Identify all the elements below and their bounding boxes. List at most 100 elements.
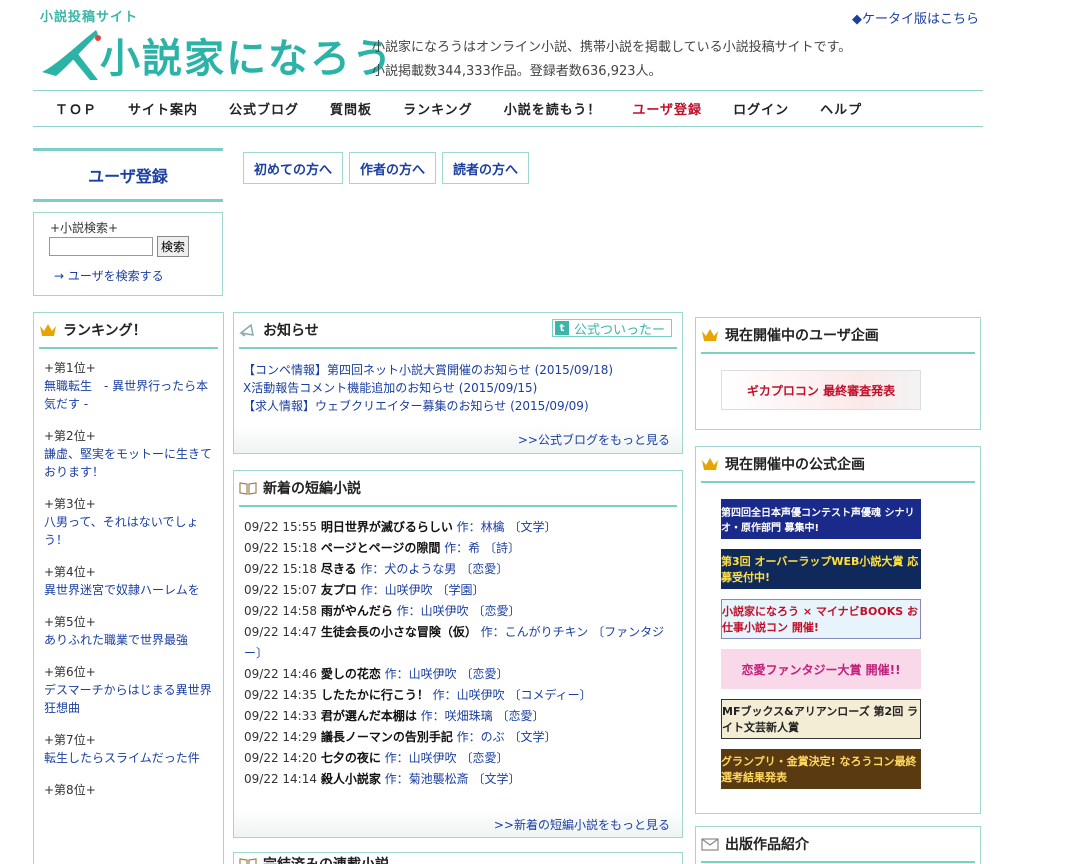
short-novel-genre[interactable]: 〔恋愛〕 [473,604,521,618]
short-novel-title[interactable]: 尽きる [321,562,357,576]
short-novel-row: 09/22 14:14 殺人小説家 作：菊池襲松斎 〔文学〕 [244,769,682,790]
ranking-link[interactable]: 謙虚、堅実をモットーに生きております！ [44,445,216,481]
short-novel-genre[interactable]: 〔文学〕 [473,772,521,786]
ranking-header: ランキング！ [39,313,218,349]
nav-site-guide[interactable]: サイト案内 [128,99,198,118]
site-logo-text[interactable]: 小説家になろう [100,26,394,84]
short-novel-title[interactable]: ページとページの隙間 [321,541,441,555]
short-novel-title[interactable]: 雨がやんだら [321,604,393,618]
short-novel-title[interactable]: したたかに行こう！ [321,688,429,702]
short-novel-title[interactable]: 七夕の夜に [321,751,381,765]
short-novel-author[interactable]: 作：犬のような男 [360,562,456,576]
news-item[interactable]: X活動報告コメント機能追加のお知らせ (2015/09/15) [243,379,682,397]
short-novel-author[interactable]: 作：こんがりチキン [481,625,589,639]
rank-position: +第2位+ [44,429,96,443]
short-novel-title[interactable]: 生徒会長の小さな冒険（仮） [321,625,477,639]
user-register-heading: ユーザ登録 [33,148,223,202]
crown-icon [702,458,718,470]
news-item[interactable]: 【コンペ情報】第四回ネット小説大賞開催のお知らせ (2015/09/18) [243,361,682,379]
short-novel-author[interactable]: 作：林檎 [457,520,505,534]
global-nav: ＴＯＰ サイト案内 公式ブログ 質問板 ランキング 小説を読もう！ ユーザ登録 … [33,90,983,127]
official-banner-mynavi[interactable]: 小説家になろう × マイナビBOOKS お仕事小説コン 開催! [721,599,921,639]
nav-ranking[interactable]: ランキング [403,99,473,118]
ranking-link[interactable]: ありふれた職業で世界最強 [44,631,216,649]
short-novel-genre[interactable]: 〔恋愛〕 [461,751,509,765]
short-novel-genre[interactable]: 〔詩〕 [484,541,520,555]
short-novel-genre[interactable]: 〔コメディー〕 [509,688,592,702]
short-novel-title[interactable]: 議長ノーマンの告別手記 [321,730,453,744]
nav-question-board[interactable]: 質問板 [330,99,372,118]
short-novel-title[interactable]: 君が選んだ本棚は [321,709,417,723]
news-panel: お知らせ t 公式ついったー 【コンペ情報】第四回ネット小説大賞開催のお知らせ … [233,312,683,454]
official-banner-overlap[interactable]: 第3回 オーバーラップWEB小説大賞 応募受付中! [721,549,921,589]
tab-beginners[interactable]: 初めての方へ [243,152,344,184]
search-button[interactable]: 検索 [157,236,189,257]
more-short-novels-link[interactable]: >>新着の短編小説をもっと見る [494,816,670,833]
official-twitter-link[interactable]: t 公式ついったー [551,319,672,338]
official-banner-romance-fantasy[interactable]: 恋愛ファンタジー大賞 開催!! [721,649,921,689]
short-novel-time: 09/22 14:35 [244,688,317,702]
guide-tabs: 初めての方へ 作者の方へ 読者の方へ [243,152,535,184]
nav-help[interactable]: ヘルプ [820,99,862,118]
short-novel-time: 09/22 14:58 [244,604,317,618]
ranking-link[interactable]: 八男って、それはないでしょう！ [44,513,216,549]
ranking-link[interactable]: 異世界迷宮で奴隷ハーレムを [44,581,216,599]
short-novel-title[interactable]: 殺人小説家 [321,772,381,786]
short-novel-genre[interactable]: 〔文学〕 [509,730,557,744]
news-item[interactable]: 【求人情報】ウェブクリエイター募集のお知らせ (2015/09/09) [243,397,682,415]
short-novel-author[interactable]: 作：希 [444,541,480,555]
book-icon [239,482,257,495]
short-novel-genre[interactable]: 〔学園〕 [437,583,485,597]
short-novels-panel: 新着の短編小説 09/22 15:55 明日世界が滅びるらしい 作：林檎 〔文学… [233,470,683,838]
short-novel-author[interactable]: 作：山咲伊吹 [385,667,457,681]
nav-login[interactable]: ログイン [733,99,789,118]
rank-position: +第6位+ [44,665,96,679]
tab-authors[interactable]: 作者の方へ [349,152,437,184]
rank-position: +第3位+ [44,497,96,511]
short-novel-row: 09/22 14:47 生徒会長の小さな冒険（仮） 作：こんがりチキン 〔ファン… [244,622,682,664]
short-novel-genre[interactable]: 〔恋愛〕 [461,667,509,681]
rank-position: +第1位+ [44,361,96,375]
completed-novels-title: 完結済みの連載小説 [263,854,389,864]
user-search-link[interactable]: → ユーザを検索する [54,267,164,284]
nav-user-register[interactable]: ユーザ登録 [632,99,702,118]
official-banner-voice-actor[interactable]: 第四回全日本声優コンテスト声優魂 シナリオ・原作部門 募集中! [721,499,921,539]
nav-official-blog[interactable]: 公式ブログ [229,99,299,118]
ranking-item: +第3位+ 八男って、それはないでしょう！ [44,495,223,549]
rank-position: +第8位+ [44,783,96,797]
short-novel-genre[interactable]: 〔恋愛〕 [497,709,545,723]
user-register-title: ユーザ登録 [88,167,168,186]
short-novel-time: 09/22 15:18 [244,541,317,555]
ranking-link[interactable]: デスマーチからはじまる異世界狂想曲 [44,681,216,717]
short-novel-author[interactable]: 作：山咲伊吹 [433,688,505,702]
short-novel-row: 09/22 15:55 明日世界が滅びるらしい 作：林檎 〔文学〕 [244,517,682,538]
official-banner-mf-books[interactable]: MFブックス&アリアンローズ 第2回 ライト文芸新人賞 [721,699,921,739]
short-novel-title[interactable]: 明日世界が滅びるらしい [321,520,453,534]
short-novel-author[interactable]: 作：咲畑珠璃 [421,709,493,723]
crown-icon [40,324,56,336]
user-event-panel: 現在開催中のユーザ企画 ギカプロコン 最終審査発表 [695,317,981,430]
mobile-version-link[interactable]: ◆ケータイ版はこちら [852,8,979,27]
user-event-banner[interactable]: ギカプロコン 最終審査発表 [721,370,921,410]
more-blog-link[interactable]: >>公式ブログをもっと見る [518,431,670,448]
short-novel-title[interactable]: 愛しの花恋 [321,667,381,681]
short-novel-author[interactable]: 作：のぶ [457,730,505,744]
search-input[interactable] [49,237,153,256]
short-novel-genre[interactable]: 〔恋愛〕 [460,562,508,576]
short-novel-author[interactable]: 作：山咲伊吹 [361,583,433,597]
ranking-link[interactable]: 無職転生 - 異世界行ったら本気だす - [44,377,216,413]
short-novel-author[interactable]: 作：山咲伊吹 [397,604,469,618]
nav-read-novels[interactable]: 小説を読もう！ [504,99,602,118]
tab-readers[interactable]: 読者の方へ [442,152,530,184]
short-novel-genre[interactable]: 〔文学〕 [509,520,557,534]
official-banner-narou-con[interactable]: グランプリ・金賞決定! なろうコン最終選考結果発表 [721,749,921,789]
short-novel-time: 09/22 15:07 [244,583,317,597]
short-novel-author[interactable]: 作：菊池襲松斎 [385,772,469,786]
short-novel-title[interactable]: 友プロ [321,583,357,597]
nav-top[interactable]: ＴＯＰ [55,99,97,118]
short-novel-time: 09/22 14:20 [244,751,317,765]
short-novel-time: 09/22 14:46 [244,667,317,681]
ranking-link[interactable]: 転生したらスライムだった件 [44,749,216,767]
short-novel-author[interactable]: 作：山咲伊吹 [385,751,457,765]
rank-position: +第4位+ [44,565,96,579]
